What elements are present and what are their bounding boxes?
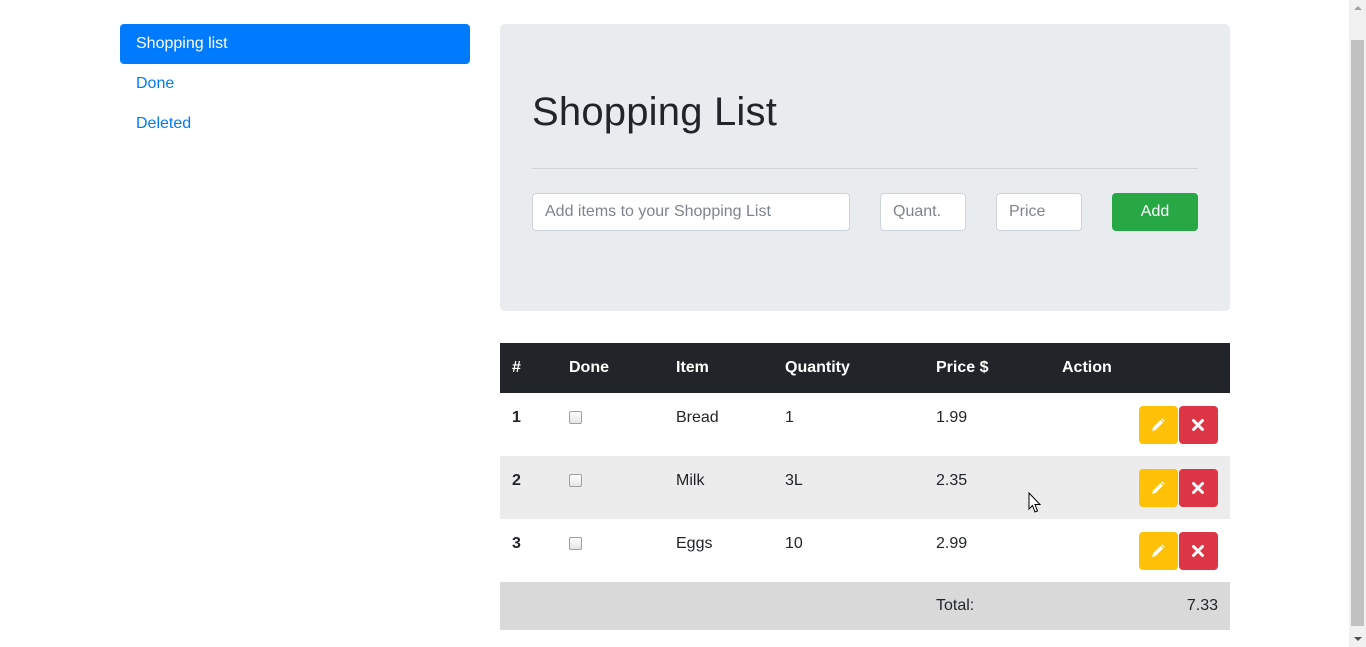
mouse-cursor-icon	[1028, 492, 1042, 513]
divider	[532, 168, 1198, 169]
total-label: Total:	[924, 582, 1050, 630]
scroll-down-arrow-icon[interactable]	[1349, 630, 1366, 647]
header-price: Price $	[924, 343, 1050, 393]
quantity-input[interactable]	[880, 193, 966, 231]
action-cell	[1050, 456, 1230, 519]
delete-button[interactable]	[1179, 406, 1218, 444]
total-row: Total: 7.33	[500, 582, 1230, 630]
quantity-cell: 1	[773, 393, 924, 456]
delete-button[interactable]	[1179, 469, 1218, 507]
header-item: Item	[664, 343, 773, 393]
row-number: 2	[500, 456, 557, 519]
times-icon	[1192, 482, 1204, 494]
action-cell	[1050, 519, 1230, 582]
header-action: Action	[1050, 343, 1230, 393]
page-title: Shopping List	[532, 90, 778, 134]
done-checkbox[interactable]	[569, 474, 582, 487]
header-done: Done	[557, 343, 664, 393]
quantity-cell: 3L	[773, 456, 924, 519]
price-input[interactable]	[996, 193, 1082, 231]
header-number: #	[500, 343, 557, 393]
shopping-table: # Done Item Quantity Price $ Action 1 Br…	[500, 343, 1230, 630]
pencil-icon	[1152, 418, 1165, 431]
add-item-panel: Shopping List Add	[500, 24, 1230, 311]
sidebar-item-done[interactable]: Done	[120, 64, 470, 104]
edit-button[interactable]	[1139, 532, 1178, 570]
times-icon	[1192, 419, 1204, 431]
price-cell: 2.99	[924, 519, 1050, 582]
scroll-up-arrow-icon[interactable]	[1349, 0, 1366, 17]
edit-button[interactable]	[1139, 469, 1178, 507]
sidebar-item-deleted[interactable]: Deleted	[120, 104, 470, 144]
header-quantity: Quantity	[773, 343, 924, 393]
sidebar-nav: Shopping list Done Deleted	[120, 24, 470, 144]
scroll-thumb[interactable]	[1351, 40, 1364, 626]
edit-button[interactable]	[1139, 406, 1178, 444]
item-cell: Milk	[664, 456, 773, 519]
price-cell: 1.99	[924, 393, 1050, 456]
action-cell	[1050, 393, 1230, 456]
item-cell: Eggs	[664, 519, 773, 582]
table-header-row: # Done Item Quantity Price $ Action	[500, 343, 1230, 393]
delete-button[interactable]	[1179, 532, 1218, 570]
row-number: 3	[500, 519, 557, 582]
page-scrollbar[interactable]	[1349, 0, 1366, 647]
done-cell	[557, 519, 664, 582]
pencil-icon	[1152, 544, 1165, 557]
pencil-icon	[1152, 481, 1165, 494]
quantity-cell: 10	[773, 519, 924, 582]
done-cell	[557, 456, 664, 519]
done-checkbox[interactable]	[569, 411, 582, 424]
times-icon	[1192, 545, 1204, 557]
table-row: 3 Eggs 10 2.99	[500, 519, 1230, 582]
item-cell: Bread	[664, 393, 773, 456]
item-input[interactable]	[532, 193, 850, 231]
add-button[interactable]: Add	[1112, 193, 1198, 231]
done-checkbox[interactable]	[569, 537, 582, 550]
done-cell	[557, 393, 664, 456]
row-number: 1	[500, 393, 557, 456]
table-row: 1 Bread 1 1.99	[500, 393, 1230, 456]
sidebar-item-shopping-list[interactable]: Shopping list	[120, 24, 470, 64]
table-row: 2 Milk 3L 2.35	[500, 456, 1230, 519]
total-value: 7.33	[1050, 582, 1230, 630]
